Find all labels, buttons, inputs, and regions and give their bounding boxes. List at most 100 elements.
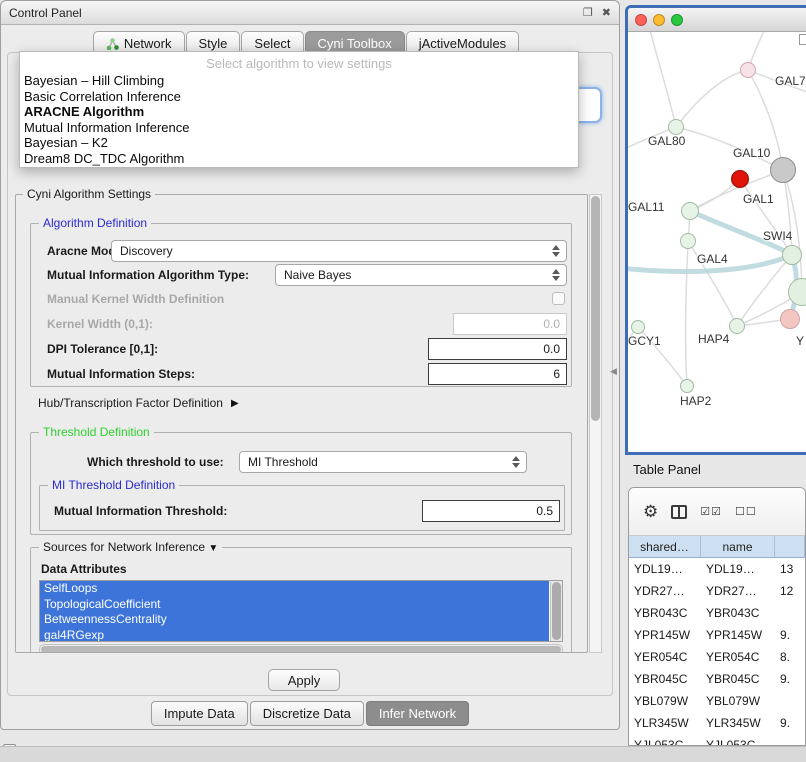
control-panel-titlebar[interactable]: Control Panel ❐ ✖ — [1, 1, 619, 25]
network-node[interactable] — [780, 309, 800, 329]
menu-item-basic-correlation[interactable]: Basic Correlation Inference — [20, 89, 578, 105]
network-node[interactable] — [631, 320, 645, 334]
network-window-titlebar[interactable] — [628, 8, 806, 32]
apply-button[interactable]: Apply — [268, 669, 340, 691]
table-row[interactable]: YBL079W YBL079W — [629, 690, 805, 712]
close-window-icon[interactable]: ✖ — [602, 6, 611, 19]
table-row[interactable]: YDL19… YDL19… 13 — [629, 558, 805, 580]
clear-selection-icon[interactable]: ☐☐ — [735, 505, 757, 518]
network-node-label: GAL4 — [697, 252, 728, 266]
table-row[interactable]: YBR043C YBR043C — [629, 602, 805, 624]
columns-icon[interactable] — [671, 505, 687, 519]
mi-type-select[interactable]: Naive Bayes — [275, 264, 567, 286]
table-toolbar: ⚙ ☑☑ ☐☐ — [629, 488, 805, 536]
table-row[interactable]: YJL053C YJL053C — [629, 734, 805, 746]
combo-value: Discovery — [120, 244, 173, 258]
column-header-extra[interactable] — [775, 536, 805, 557]
menu-item-bayesian-k2[interactable]: Bayesian – K2 — [20, 135, 578, 151]
attribute-list-item[interactable]: BetweennessCentrality — [40, 612, 549, 628]
stepper-icon — [552, 269, 560, 281]
network-node[interactable] — [782, 245, 802, 265]
menu-item-dream8[interactable]: Dream8 DC_TDC Algorithm — [20, 151, 578, 167]
table-row[interactable]: YDR27… YDR27… 12 — [629, 580, 805, 602]
zoom-traffic-light[interactable] — [671, 14, 683, 26]
network-node[interactable] — [729, 318, 745, 334]
column-header-shared-name[interactable]: shared… — [629, 536, 701, 557]
select-all-icon[interactable]: ☑☑ — [700, 505, 722, 518]
hub-definition-toggle[interactable]: Hub/Transcription Factor Definition ▶ — [38, 395, 239, 411]
birdseye-toggle[interactable] — [799, 34, 806, 45]
manual-kernel-checkbox[interactable] — [552, 292, 565, 305]
table-header-row: shared… name — [629, 536, 805, 558]
tab-label: Style — [199, 36, 228, 51]
network-node[interactable] — [731, 170, 749, 188]
kernel-width-row: Kernel Width (0,1): 0.0 — [47, 313, 567, 335]
column-header-name[interactable]: name — [701, 536, 775, 557]
table-row[interactable]: YPR145W YPR145W 9. — [629, 624, 805, 646]
tab-impute-data[interactable]: Impute Data — [151, 701, 248, 726]
settings-vertical-scrollbar[interactable] — [589, 194, 602, 653]
minimize-traffic-light[interactable] — [653, 14, 665, 26]
cell-name: YER054C — [701, 646, 775, 668]
scrollbar-thumb[interactable] — [591, 196, 600, 421]
network-node[interactable] — [680, 379, 694, 393]
cell-extra — [775, 602, 805, 624]
dpi-tolerance-input[interactable]: 0.0 — [428, 338, 567, 360]
attribute-list-item[interactable]: SelfLoops — [40, 581, 549, 597]
network-canvas[interactable]: GAL7 GAL80 GAL10 GAL1 GAL11 SWI4 GAL4 GC… — [628, 32, 806, 452]
tab-discretize-data[interactable]: Discretize Data — [250, 701, 364, 726]
network-node[interactable] — [740, 62, 756, 78]
mi-steps-row: Mutual Information Steps: 6 — [47, 363, 567, 385]
network-node-label: GAL1 — [743, 192, 774, 206]
menu-item-aracne-selected[interactable]: ARACNE Algorithm — [20, 104, 578, 120]
mi-type-label: Mutual Information Algorithm Type: — [47, 268, 249, 282]
cyni-algorithm-settings-group: Algorithm Definition Aracne Mode: Discov… — [15, 194, 588, 653]
list-vertical-scrollbar[interactable] — [550, 581, 562, 641]
stepper-icon — [552, 245, 560, 257]
cell-name: YDR27… — [701, 580, 775, 602]
table-row[interactable]: YBR045C YBR045C 9. — [629, 668, 805, 690]
menu-item-bayesian-hill-climbing[interactable]: Bayesian – Hill Climbing — [20, 73, 578, 89]
mi-threshold-input[interactable]: 0.5 — [422, 500, 560, 522]
kernel-width-input[interactable]: 0.0 — [453, 313, 567, 335]
attribute-list-item[interactable]: gal4RGexp — [40, 628, 549, 643]
cell-shared-name: YER054C — [629, 646, 701, 668]
float-window-icon[interactable]: ❐ — [583, 6, 593, 19]
scrollbar-thumb[interactable] — [552, 582, 561, 640]
network-node[interactable] — [770, 157, 796, 183]
close-traffic-light[interactable] — [635, 14, 647, 26]
network-view-window: GAL7 GAL80 GAL10 GAL1 GAL11 SWI4 GAL4 GC… — [625, 5, 806, 455]
sources-group: Sources for Network Inference ▼ Data Att… — [30, 547, 572, 653]
menu-item-mutual-information[interactable]: Mutual Information Inference — [20, 120, 578, 136]
network-node[interactable] — [680, 233, 696, 249]
cell-name: YBR045C — [701, 668, 775, 690]
sources-label: Sources for Network Inference — [43, 540, 205, 554]
combo-value: Naive Bayes — [284, 268, 351, 282]
stepper-icon — [512, 456, 520, 468]
network-node[interactable] — [681, 202, 699, 220]
algorithm-dropdown-popup: Select algorithm to view settings Bayesi… — [19, 51, 579, 168]
sources-toggle[interactable]: Sources for Network Inference ▼ — [39, 540, 222, 554]
attribute-list-item[interactable]: TopologicalCoefficient — [40, 597, 549, 613]
table-row[interactable]: YER054C YER054C 8. — [629, 646, 805, 668]
network-node[interactable] — [668, 119, 684, 135]
scrollbar-thumb[interactable] — [41, 646, 561, 653]
mi-steps-input[interactable]: 6 — [428, 363, 567, 385]
settings-group-title: Cyni Algorithm Settings — [23, 187, 155, 201]
panel-collapse-icon[interactable]: ◀ — [610, 366, 617, 377]
popup-prompt: Select algorithm to view settings — [20, 54, 578, 73]
mi-threshold-row: Mutual Information Threshold: 0.5 — [48, 500, 560, 522]
network-node-label: GAL7 — [775, 74, 806, 88]
manual-kernel-label: Manual Kernel Width Definition — [47, 292, 224, 306]
table-row[interactable]: YLR345W YLR345W 9. — [629, 712, 805, 734]
cell-extra: 9. — [775, 624, 805, 646]
tab-infer-network[interactable]: Infer Network — [366, 701, 469, 726]
cell-extra: 12 — [775, 580, 805, 602]
which-threshold-select[interactable]: MI Threshold — [239, 451, 527, 473]
gear-icon[interactable]: ⚙ — [643, 502, 658, 522]
data-attributes-list[interactable]: SelfLoopsTopologicalCoefficientBetweenne… — [39, 580, 563, 642]
aracne-mode-select[interactable]: Discovery — [111, 240, 567, 262]
cell-name: YBR043C — [701, 602, 775, 624]
aracne-mode-row: Aracne Mode: Discovery — [47, 240, 567, 262]
list-horizontal-scrollbar[interactable] — [39, 644, 563, 653]
